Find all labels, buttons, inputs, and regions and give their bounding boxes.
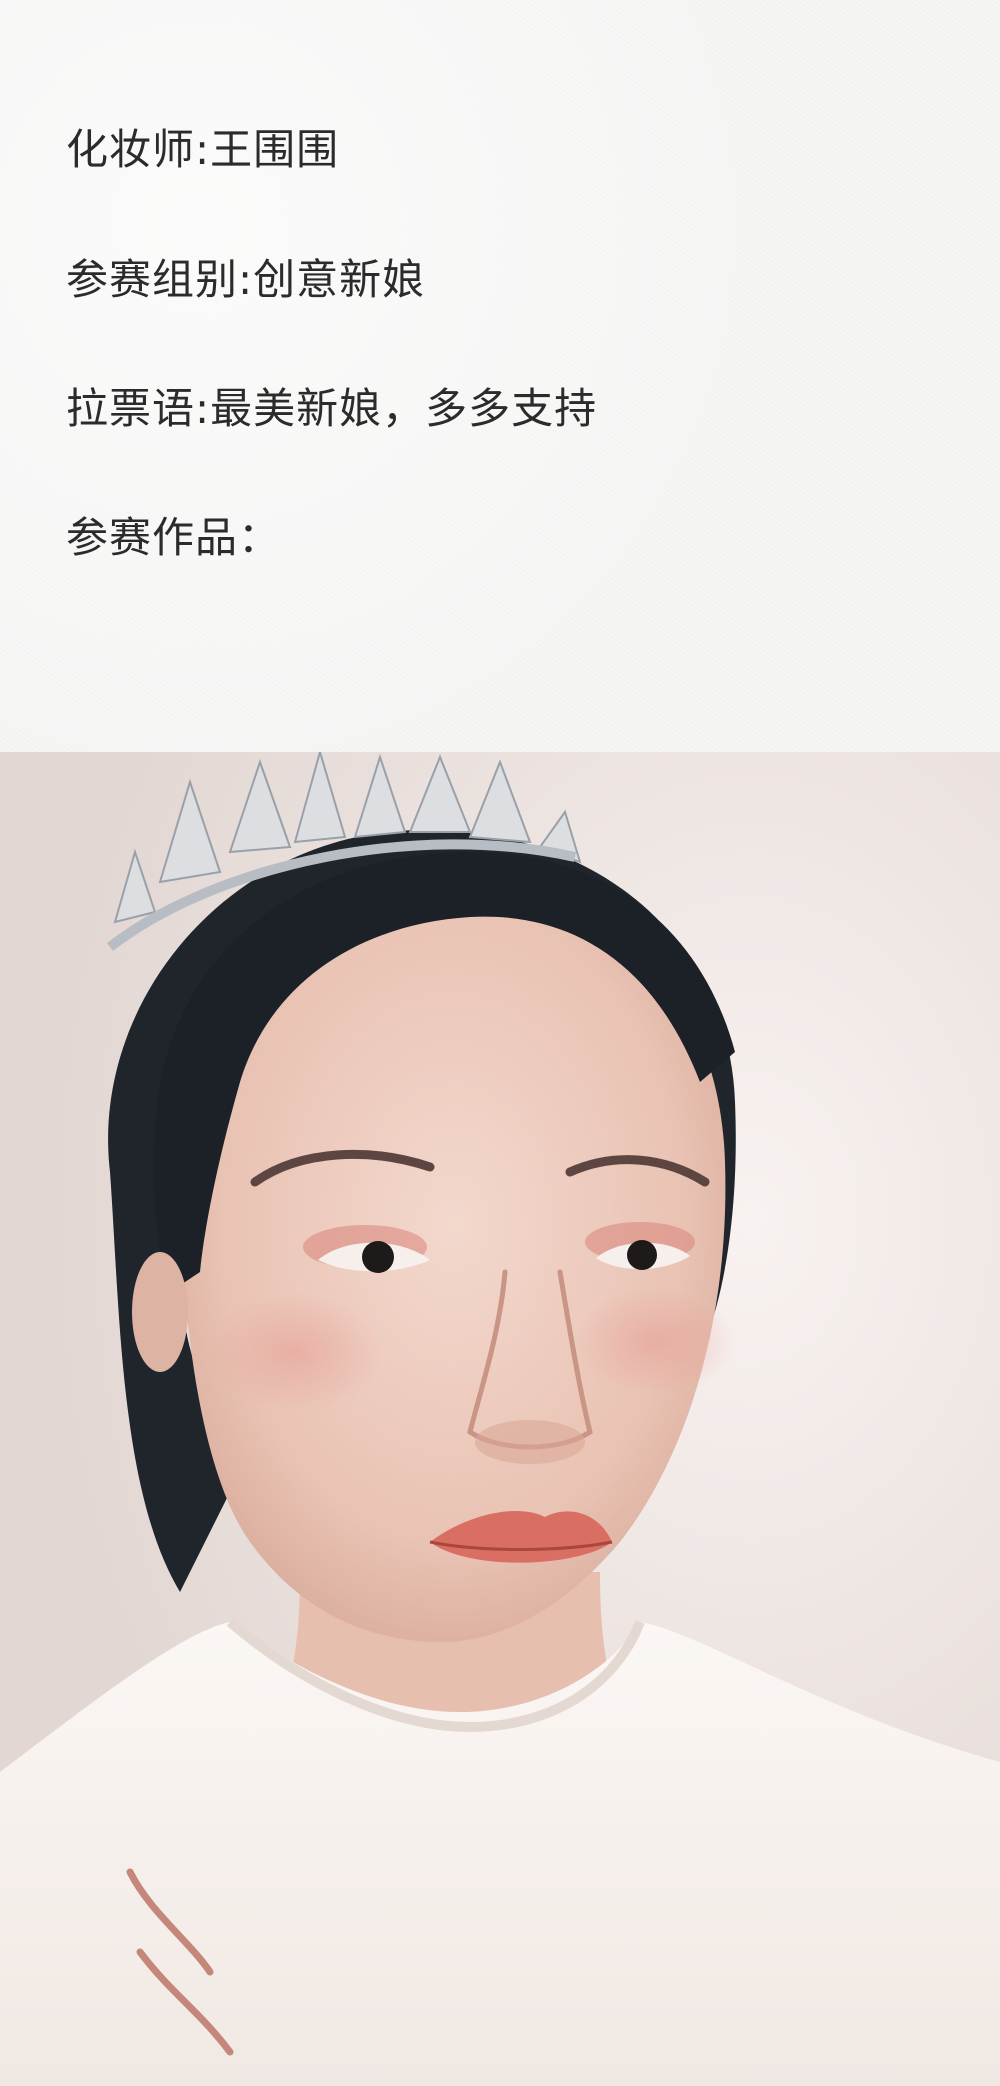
portrait-illustration [0, 752, 1000, 2086]
category-text: 参赛组别:创意新娘 [66, 255, 426, 304]
nose-tip [475, 1420, 585, 1464]
bride-portrait-photo[interactable] [0, 752, 1000, 2086]
left-ear [132, 1252, 188, 1372]
makeup-artist-text: 化妆师:王围围 [66, 125, 340, 174]
entry-info-panel: 化妆师:王围围 参赛组别:创意新娘 拉票语:最美新娘，多多支持 参赛作品： [0, 0, 1000, 752]
right-blush [575, 1287, 735, 1397]
post-page: 化妆师:王围围 参赛组别:创意新娘 拉票语:最美新娘，多多支持 参赛作品： [0, 0, 1000, 2086]
works-label-text: 参赛作品： [66, 513, 282, 562]
left-blush [205, 1292, 385, 1412]
left-iris [362, 1241, 394, 1273]
slogan-text: 拉票语:最美新娘，多多支持 [66, 384, 598, 433]
right-iris [627, 1240, 657, 1270]
